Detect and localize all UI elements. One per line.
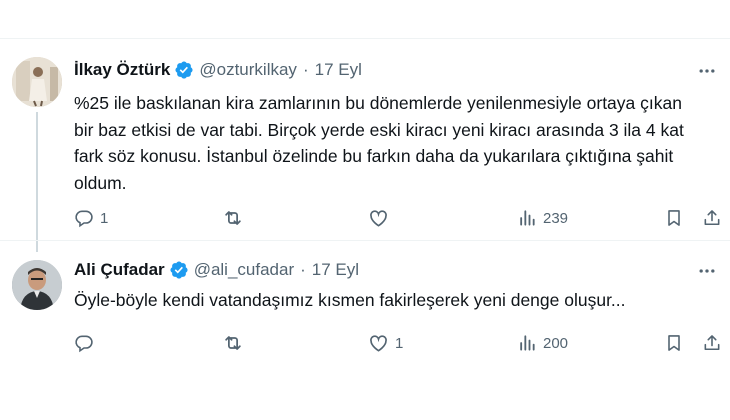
tweet-date[interactable]: 17 Eyl <box>315 60 362 80</box>
tweet-actions: 1 200 <box>74 331 724 355</box>
tweet-header: Ali Çufadar @ali_cufadar · 17 Eyl <box>74 258 359 282</box>
retweet-icon <box>222 207 244 229</box>
author-handle[interactable]: @ozturkilkay <box>199 60 297 80</box>
like-icon <box>368 208 389 229</box>
tweet-divider <box>0 240 730 241</box>
separator: · <box>300 260 306 279</box>
verified-badge-icon <box>169 260 189 280</box>
like-icon <box>368 333 389 354</box>
reply-button[interactable] <box>74 331 100 355</box>
views-icon <box>517 333 537 353</box>
tweet-header: İlkay Öztürk @ozturkilkay · 17 Eyl <box>74 58 362 82</box>
avatar[interactable] <box>12 57 62 107</box>
more-icon[interactable] <box>696 260 718 282</box>
retweet-icon <box>222 332 244 354</box>
more-icon[interactable] <box>696 60 718 82</box>
like-count: 1 <box>395 334 404 352</box>
reply-count: 1 <box>100 209 109 227</box>
retweet-button[interactable] <box>222 331 250 355</box>
share-icon <box>702 208 722 228</box>
reply-icon <box>74 208 94 228</box>
retweet-button[interactable] <box>222 206 250 230</box>
author-name[interactable]: İlkay Öztürk <box>74 60 170 80</box>
bookmark-button[interactable] <box>664 206 684 230</box>
separator: · <box>302 60 309 79</box>
tweet-text: %25 ile baskılanan kira zamlarının bu dö… <box>74 93 684 193</box>
author-name[interactable]: Ali Çufadar <box>74 260 165 280</box>
share-icon <box>702 333 722 353</box>
share-button[interactable] <box>702 331 722 355</box>
author-handle[interactable]: @ali_cufadar <box>194 260 294 280</box>
avatar[interactable] <box>12 260 62 310</box>
tweet-actions: 1 239 <box>74 206 724 230</box>
reply-icon <box>74 333 94 353</box>
view-count: 239 <box>543 209 569 227</box>
views-button[interactable]: 200 <box>517 331 568 355</box>
tweet-date[interactable]: 17 Eyl <box>312 260 359 280</box>
thread-connector-line <box>36 112 38 252</box>
like-button[interactable]: 1 <box>368 331 403 355</box>
reply-button[interactable]: 1 <box>74 206 108 230</box>
top-divider <box>0 38 730 39</box>
tweet-text: Öyle-böyle kendi vatandaşımız kısmen fak… <box>74 290 626 310</box>
bookmark-icon <box>664 333 684 353</box>
bookmark-button[interactable] <box>664 331 684 355</box>
view-count: 200 <box>543 334 569 352</box>
share-button[interactable] <box>702 206 722 230</box>
views-icon <box>517 208 537 228</box>
bookmark-icon <box>664 208 684 228</box>
like-button[interactable] <box>368 206 395 230</box>
views-button[interactable]: 239 <box>517 206 568 230</box>
verified-badge-icon <box>174 60 194 80</box>
